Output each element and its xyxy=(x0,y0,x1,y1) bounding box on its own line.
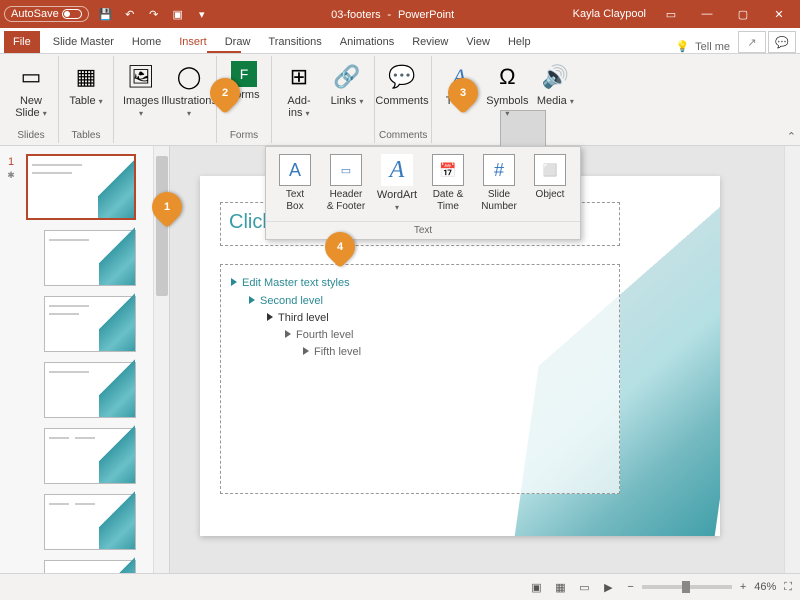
layout-thumbnail[interactable] xyxy=(44,296,136,352)
text-box-icon: A xyxy=(279,154,311,186)
tab-help[interactable]: Help xyxy=(499,31,540,53)
undo-icon[interactable]: ↶ xyxy=(119,3,141,25)
zoom-in-button[interactable]: + xyxy=(740,581,746,593)
autosave-label: AutoSave xyxy=(11,8,59,20)
slide-number-icon: # xyxy=(483,154,515,186)
reading-view-icon[interactable]: ▭ xyxy=(573,578,595,596)
redo-icon[interactable]: ↷ xyxy=(143,3,165,25)
status-bar: ▣ ▦ ▭ ▶ − + 46% ⛶ xyxy=(0,573,800,600)
comments-button[interactable]: 💬 Comments xyxy=(379,59,425,109)
presentation-icon[interactable]: ▣ xyxy=(167,3,189,25)
table-button[interactable]: ▦ Table ▾ xyxy=(63,59,109,110)
header-footer-icon: ▭ xyxy=(330,154,362,186)
autosave-toggle[interactable]: AutoSave xyxy=(4,6,89,22)
window-title: 03-footers - PowerPoint xyxy=(213,7,573,21)
tab-view[interactable]: View xyxy=(457,31,499,53)
title-bar: AutoSave 💾 ↶ ↷ ▣ ▾ 03-footers - PowerPoi… xyxy=(0,0,800,28)
tab-slide-master[interactable]: Slide Master xyxy=(44,31,123,53)
symbols-button[interactable]: Ω Symbols ▾ xyxy=(484,59,530,122)
object-icon: ⬜ xyxy=(534,154,566,186)
group-slides: Slides xyxy=(8,128,54,143)
tab-insert[interactable]: Insert xyxy=(170,31,216,53)
restore-icon[interactable]: ▢ xyxy=(726,0,760,28)
wordart-icon: A xyxy=(381,154,413,186)
tab-transitions[interactable]: Transitions xyxy=(259,31,330,53)
slideshow-view-icon[interactable]: ▶ xyxy=(597,578,619,596)
quick-access-toolbar: 💾 ↶ ↷ ▣ ▾ xyxy=(95,3,213,25)
ribbon-insert: ▭ NewSlide ▾ Slides ▦ Table ▾ Tables 🖼 I… xyxy=(0,54,800,146)
tab-file[interactable]: File xyxy=(4,31,40,53)
table-icon: ▦ xyxy=(70,61,102,93)
thumbnail-pane: 1 ✱ xyxy=(0,146,170,573)
dropdown-group-label: Text xyxy=(266,221,580,239)
tab-draw[interactable]: Draw xyxy=(216,31,260,53)
fit-window-icon[interactable]: ⛶ xyxy=(784,581,792,594)
transition-star-icon: ✱ xyxy=(0,170,22,181)
save-icon[interactable]: 💾 xyxy=(95,3,117,25)
tab-home[interactable]: Home xyxy=(123,31,170,53)
zoom-level[interactable]: 46% xyxy=(754,581,776,593)
tab-review[interactable]: Review xyxy=(403,31,457,53)
group-comments: Comments xyxy=(379,128,427,143)
object-button[interactable]: ⬜ Object xyxy=(525,151,575,217)
layout-thumbnail[interactable] xyxy=(44,428,136,484)
user-name[interactable]: Kayla Claypool xyxy=(573,8,646,20)
addins-icon: ⊞ xyxy=(283,61,315,93)
normal-view-icon[interactable]: ▣ xyxy=(525,578,547,596)
master-thumbnail[interactable] xyxy=(26,154,136,220)
group-tables: Tables xyxy=(63,128,109,143)
tell-me-search[interactable]: 💡 Tell me xyxy=(675,40,730,53)
text-dropdown-menu: A TextBox ▭ Header& Footer A WordArt▾ 📅 … xyxy=(265,146,581,240)
omega-icon: Ω xyxy=(491,61,523,93)
zoom-slider[interactable] xyxy=(642,585,732,589)
text-box-button[interactable]: A TextBox xyxy=(270,151,320,217)
images-button[interactable]: 🖼 Images ▾ xyxy=(118,59,164,122)
sorter-view-icon[interactable]: ▦ xyxy=(549,578,571,596)
zoom-out-button[interactable]: − xyxy=(627,581,633,593)
canvas-scrollbar[interactable] xyxy=(784,146,800,573)
layout-thumbnail[interactable] xyxy=(44,230,136,286)
header-footer-button[interactable]: ▭ Header& Footer xyxy=(321,151,371,217)
comments-pane-icon[interactable]: 💬 xyxy=(768,31,796,53)
comment-icon: 💬 xyxy=(386,61,418,93)
media-button[interactable]: 🔊 Media ▾ xyxy=(532,59,578,110)
collapse-ribbon-icon[interactable]: ⌃ xyxy=(787,130,796,143)
addins-button[interactable]: ⊞ Add-ins ▾ xyxy=(276,59,322,122)
close-icon[interactable]: ✕ xyxy=(762,0,796,28)
illustrations-button[interactable]: ◯ Illustrations ▾ xyxy=(166,59,212,122)
toggle-off-icon xyxy=(62,9,82,19)
layout-thumbnail[interactable] xyxy=(44,560,136,573)
date-time-icon: 📅 xyxy=(432,154,464,186)
shapes-icon: ◯ xyxy=(173,61,205,93)
link-icon: 🔗 xyxy=(331,61,363,93)
layout-thumbnail[interactable] xyxy=(44,494,136,550)
qat-dropdown-icon[interactable]: ▾ xyxy=(191,3,213,25)
date-time-button[interactable]: 📅 Date &Time xyxy=(423,151,473,217)
slide-number: 1 xyxy=(0,156,22,168)
media-icon: 🔊 xyxy=(539,61,571,93)
content-placeholder[interactable]: Edit Master text styles Second level Thi… xyxy=(220,264,620,494)
links-button[interactable]: 🔗 Links ▾ xyxy=(324,59,370,110)
lightbulb-icon: 💡 xyxy=(675,40,689,53)
ribbon-tabs: File Slide Master Home Insert Draw Trans… xyxy=(0,28,800,54)
images-icon: 🖼 xyxy=(125,61,157,93)
share-icon[interactable]: ↗ xyxy=(738,31,766,53)
new-slide-icon: ▭ xyxy=(15,61,47,93)
slide-number-button[interactable]: # SlideNumber xyxy=(474,151,524,217)
wordart-button[interactable]: A WordArt▾ xyxy=(372,151,422,217)
group-forms: Forms xyxy=(221,128,267,143)
tab-animations[interactable]: Animations xyxy=(331,31,403,53)
new-slide-button[interactable]: ▭ NewSlide ▾ xyxy=(8,59,54,122)
layout-thumbnail[interactable] xyxy=(44,362,136,418)
ribbon-options-icon[interactable]: ▭ xyxy=(654,0,688,28)
minimize-icon[interactable]: — xyxy=(690,0,724,28)
